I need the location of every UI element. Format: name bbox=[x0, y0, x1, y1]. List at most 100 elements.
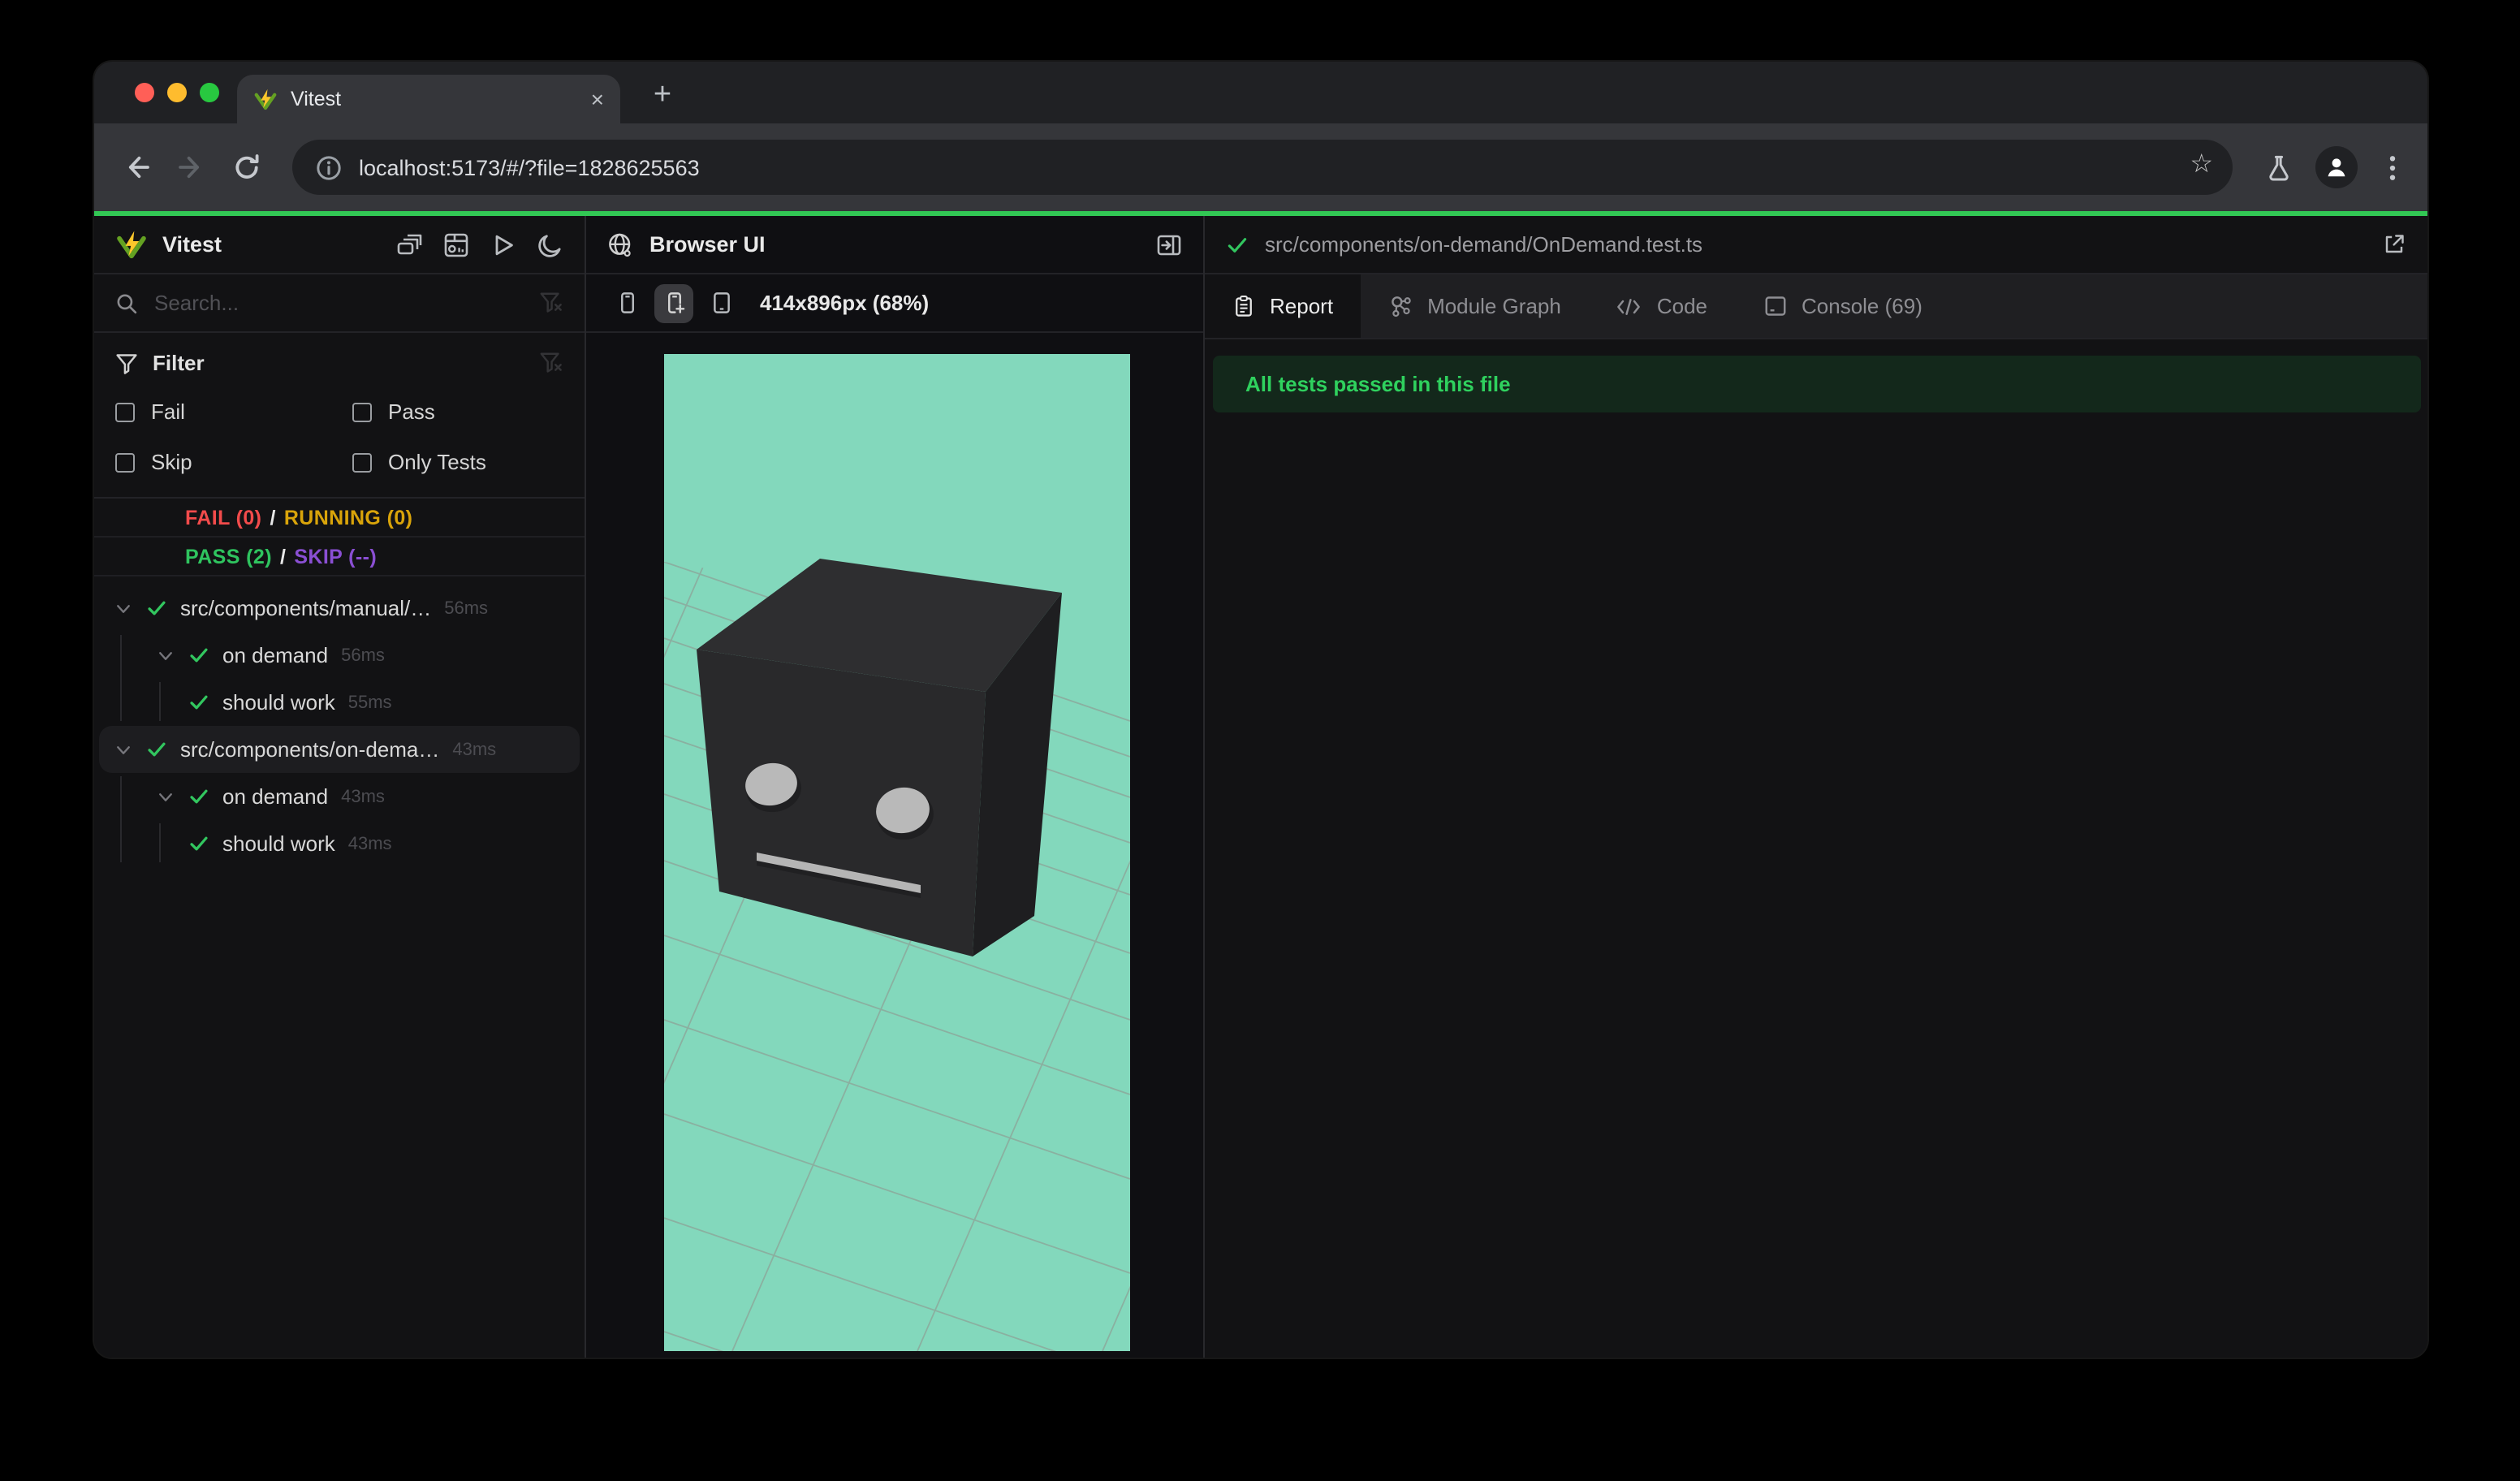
stats-row-pass-skip: PASS (2) / SKIP (--) bbox=[94, 538, 585, 576]
url-text: localhost:5173/#/?file=1828625563 bbox=[359, 155, 700, 179]
app-title: Vitest bbox=[162, 232, 222, 257]
new-tab-button[interactable]: + bbox=[640, 73, 685, 119]
pass-check-icon bbox=[148, 742, 166, 757]
tree-row-test[interactable]: should work 43ms bbox=[94, 820, 585, 867]
chevron-down-icon[interactable] bbox=[114, 740, 133, 759]
toolbar-right-icons bbox=[2265, 146, 2405, 188]
sidebar-header: Vitest bbox=[94, 216, 585, 274]
ungroup-windows-icon[interactable] bbox=[396, 231, 422, 257]
checkbox-icon[interactable] bbox=[115, 452, 135, 472]
skip-count: SKIP (--) bbox=[294, 545, 378, 568]
browser-ui-panel: Browser UI 414x896px (68%) bbox=[586, 216, 1203, 1358]
code-icon bbox=[1618, 298, 1641, 314]
menu-kebab-icon[interactable] bbox=[2380, 153, 2405, 181]
checkbox-icon[interactable] bbox=[352, 452, 372, 472]
profile-avatar[interactable] bbox=[2315, 146, 2358, 188]
tab-module-graph[interactable]: Module Graph bbox=[1361, 274, 1589, 338]
fail-count: FAIL (0) bbox=[185, 506, 262, 529]
dock-panel-right-icon[interactable] bbox=[1156, 231, 1182, 257]
test-duration: 43ms bbox=[341, 787, 385, 806]
search-input[interactable]: Search... bbox=[154, 291, 539, 315]
minimize-window-button[interactable] bbox=[167, 83, 187, 102]
device-tablet-button[interactable] bbox=[701, 283, 740, 322]
device-phone-plus-button[interactable] bbox=[654, 283, 693, 322]
test-label: on demand bbox=[222, 784, 329, 809]
traffic-lights bbox=[135, 83, 219, 102]
clear-filter-icon[interactable] bbox=[539, 351, 563, 375]
browser-ui-title: Browser UI bbox=[649, 232, 766, 257]
tree-row-file-manual[interactable]: src/components/manual/… 56ms bbox=[94, 585, 585, 632]
filter-label: Pass bbox=[388, 399, 435, 424]
test-label: src/components/manual/… bbox=[180, 596, 432, 620]
pass-check-icon bbox=[190, 836, 208, 851]
stats-row-fail-running: FAIL (0) / RUNNING (0) bbox=[94, 499, 585, 538]
tab-code[interactable]: Code bbox=[1589, 274, 1735, 338]
test-duration: 43ms bbox=[347, 834, 392, 853]
test-label: should work bbox=[222, 831, 335, 856]
search-icon bbox=[115, 291, 138, 314]
forward-icon[interactable] bbox=[169, 145, 214, 190]
run-all-play-icon[interactable] bbox=[490, 231, 516, 257]
test-duration: 56ms bbox=[444, 598, 489, 618]
filter-label: Skip bbox=[151, 450, 192, 474]
chevron-down-icon[interactable] bbox=[114, 598, 133, 618]
dashboard-icon[interactable] bbox=[443, 231, 469, 257]
zoom-window-button[interactable] bbox=[200, 83, 219, 102]
filter-checkbox-fail[interactable]: Fail bbox=[115, 399, 352, 424]
indent-guide bbox=[159, 682, 161, 721]
pass-count: PASS (2) bbox=[185, 545, 272, 568]
filter-checkbox-pass[interactable]: Pass bbox=[352, 399, 563, 424]
filter-label: Fail bbox=[151, 399, 185, 424]
running-count: RUNNING (0) bbox=[283, 506, 413, 529]
indent-guide bbox=[159, 823, 161, 862]
funnel-icon bbox=[115, 352, 138, 374]
tree-row-suite[interactable]: on demand 56ms bbox=[94, 632, 585, 679]
console-icon bbox=[1764, 296, 1785, 316]
clear-search-filter-icon[interactable] bbox=[539, 291, 563, 315]
browser-tab[interactable]: Vitest × bbox=[237, 75, 620, 123]
robot-cube bbox=[697, 559, 1062, 956]
url-bar[interactable]: localhost:5173/#/?file=1828625563 ☆ bbox=[292, 140, 2233, 195]
chevron-down-icon[interactable] bbox=[156, 646, 175, 665]
reload-icon[interactable] bbox=[224, 145, 270, 190]
device-phone-small-button[interactable] bbox=[607, 283, 646, 322]
filter-label: Only Tests bbox=[388, 450, 486, 474]
test-viewport-iframe[interactable] bbox=[664, 354, 1130, 1351]
filter-checkbox-skip[interactable]: Skip bbox=[115, 450, 352, 474]
tab-label: Report bbox=[1270, 294, 1334, 318]
tab-report[interactable]: Report bbox=[1205, 274, 1361, 338]
test-label: should work bbox=[222, 690, 335, 715]
titlebar: Vitest × + bbox=[94, 62, 2427, 123]
search-row[interactable]: Search... bbox=[94, 274, 585, 333]
test-file-path: src/components/on-demand/OnDemand.test.t… bbox=[1265, 232, 1703, 257]
tree-row-test[interactable]: should work 55ms bbox=[94, 679, 585, 726]
dark-mode-moon-icon[interactable] bbox=[537, 231, 563, 257]
tree-row-file-on-demand[interactable]: src/components/on-dema… 43ms bbox=[99, 726, 580, 773]
indent-guide bbox=[120, 776, 122, 862]
module-graph-icon bbox=[1392, 296, 1411, 317]
report-icon bbox=[1236, 296, 1252, 317]
chevron-down-icon[interactable] bbox=[156, 787, 175, 806]
bookmark-star-icon[interactable]: ☆ bbox=[2190, 148, 2213, 180]
tree-row-suite[interactable]: on demand 43ms bbox=[94, 773, 585, 820]
sidebar-actions bbox=[396, 231, 563, 257]
checkbox-icon[interactable] bbox=[115, 402, 135, 421]
site-info-icon[interactable] bbox=[315, 153, 343, 181]
report-tabbar: Report Module Graph Code Console (69) bbox=[1205, 274, 2427, 339]
browser-toolbar: localhost:5173/#/?file=1828625563 ☆ bbox=[94, 123, 2427, 211]
test-tree: src/components/manual/… 56ms on demand 5… bbox=[94, 576, 585, 1358]
stats-slash: / bbox=[270, 506, 276, 529]
filter-checkbox-only-tests[interactable]: Only Tests bbox=[352, 450, 563, 474]
filter-header: Filter bbox=[115, 351, 563, 375]
test-label: src/components/on-dema… bbox=[180, 737, 440, 762]
back-icon[interactable] bbox=[114, 145, 159, 190]
close-window-button[interactable] bbox=[135, 83, 154, 102]
experiments-flask-icon[interactable] bbox=[2265, 153, 2293, 181]
report-panel: src/components/on-demand/OnDemand.test.t… bbox=[1205, 216, 2427, 1358]
checkbox-icon[interactable] bbox=[352, 402, 372, 421]
tab-close-icon[interactable]: × bbox=[591, 88, 604, 110]
tab-console[interactable]: Console (69) bbox=[1735, 274, 1950, 338]
vitest-app: Vitest Search... Filter Fail Pass Skip O… bbox=[94, 216, 2427, 1358]
open-external-icon[interactable] bbox=[2382, 232, 2406, 257]
vitest-favicon-icon bbox=[253, 87, 278, 111]
